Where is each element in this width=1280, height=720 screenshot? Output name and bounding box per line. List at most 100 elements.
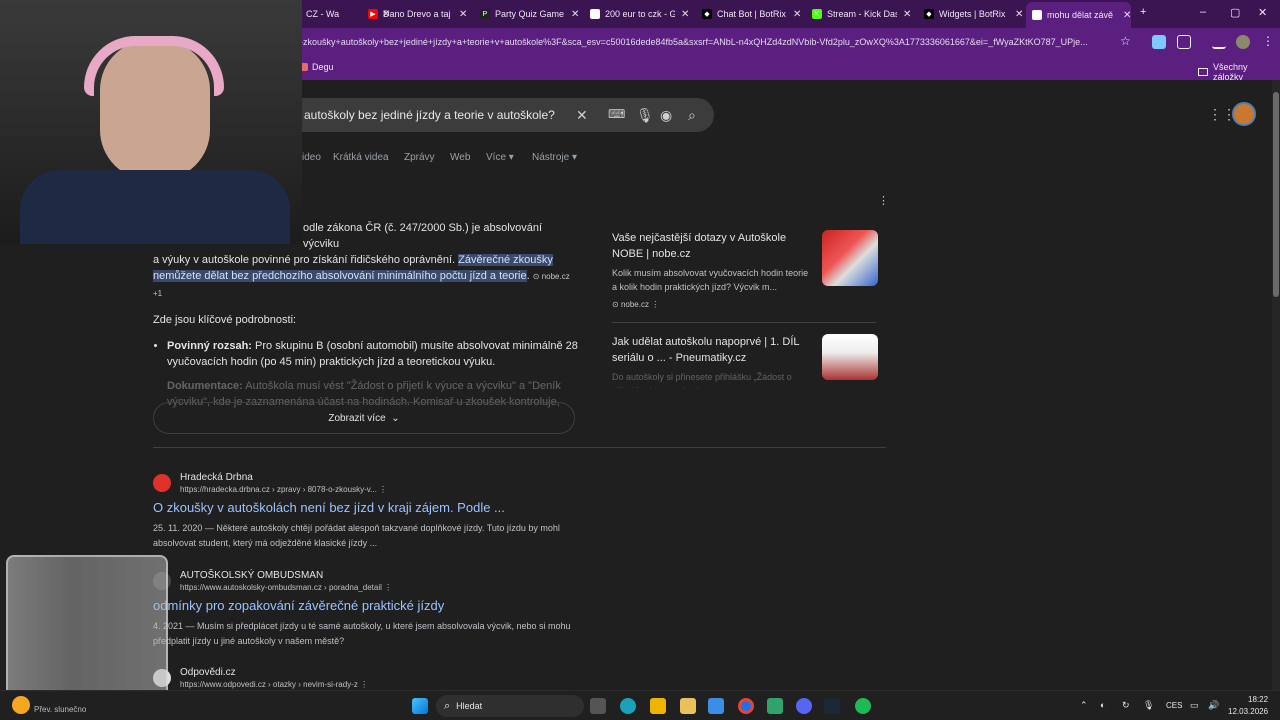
- tab-favicon-icon: K: [812, 9, 822, 19]
- file-explorer-icon[interactable]: [650, 698, 666, 714]
- tab-favicon-icon: ◆: [702, 9, 712, 19]
- overview-bullets: Povinný rozsah: Pro skupinu B (osobní au…: [153, 338, 578, 408]
- section-divider: [153, 447, 886, 448]
- taskbar-search[interactable]: ⌕ Hledat: [436, 695, 584, 717]
- card-divider: [612, 322, 876, 323]
- taskbar: Přev. slunečno ⌕ Hledat ⌃ ◐ ↻ 🎙 CES ▭ 🔊 …: [0, 690, 1280, 720]
- streamer-shirt: [20, 170, 290, 244]
- overview-body: a výuky v autoškole povinné pro získání …: [153, 254, 570, 298]
- pink-headphones: [84, 36, 224, 96]
- browser-tab[interactable]: ▶ Dano Drevo a taj ✕: [362, 4, 467, 24]
- tab-favicon-icon: ◆: [924, 9, 934, 19]
- source-card[interactable]: Vaše nejčastější dotazy v Autoškole NOBE…: [600, 230, 886, 309]
- tab-close-icon[interactable]: ✕: [681, 9, 689, 20]
- profile-avatar[interactable]: [1236, 35, 1250, 49]
- result-url[interactable]: https://www.odpovedi.cz › otazky › nevim…: [180, 680, 593, 689]
- browser-tab[interactable]: K Stream - Kick Das ✕: [806, 4, 911, 24]
- show-more-button[interactable]: Zobrazit více ⌄: [153, 402, 575, 434]
- tab-close-icon[interactable]: ✕: [459, 9, 467, 20]
- filter-short-videos[interactable]: Krátká videa: [333, 152, 389, 163]
- site-favicon-icon: [153, 474, 171, 492]
- network-icon[interactable]: ▭: [1190, 700, 1199, 711]
- windows-start-icon[interactable]: [412, 698, 428, 714]
- filter-more[interactable]: Více ▾: [486, 152, 514, 163]
- source-card[interactable]: Jak udělat autoškolu napoprvé | 1. DÍL s…: [600, 334, 886, 388]
- tab-close-icon[interactable]: ✕: [793, 9, 801, 20]
- account-avatar[interactable]: [1232, 102, 1256, 126]
- edge-icon[interactable]: [620, 698, 636, 714]
- menu-kebab-icon[interactable]: ⋮: [1262, 34, 1274, 48]
- browser-tab[interactable]: ◆ Chat Bot | BotRix ✕: [696, 4, 801, 24]
- steam-icon[interactable]: [824, 698, 840, 714]
- chevron-down-icon: ⌄: [391, 412, 400, 424]
- tab-favicon-icon: P: [480, 9, 490, 19]
- search-result: Hradecká Drbna https://hradecka.drbna.cz…: [153, 472, 593, 551]
- browser-tab[interactable]: ◆ Widgets | BotRix ✕: [918, 4, 1023, 24]
- task-view-icon[interactable]: [590, 698, 606, 714]
- tab-favicon-icon: ▶: [368, 9, 378, 19]
- scrollbar-thumb[interactable]: [1273, 92, 1279, 297]
- extension-icon[interactable]: [1152, 35, 1166, 49]
- filter-news[interactable]: Zprávy: [404, 152, 435, 163]
- maximize-button[interactable]: ▢: [1230, 6, 1240, 19]
- browser-tab[interactable]: Gmohu dělat závě ✕: [1026, 2, 1132, 28]
- clock[interactable]: 18:22 12.03.2026: [1228, 694, 1268, 718]
- spotify-icon[interactable]: [855, 698, 871, 714]
- tab-close-icon[interactable]: ✕: [903, 9, 911, 20]
- result-title-link[interactable]: O zkoušky v autoškolách není bez jízd v …: [153, 500, 593, 515]
- result-title-link[interactable]: odmínky pro zopakování závěrečné praktic…: [153, 598, 593, 613]
- result-site: Hradecká Drbna: [180, 472, 253, 483]
- scrollbar[interactable]: [1272, 80, 1280, 690]
- tray-chevron-icon[interactable]: ⌃: [1080, 700, 1088, 711]
- outlook-icon[interactable]: [708, 698, 724, 714]
- source-card-title[interactable]: Vaše nejčastější dotazy v Autoškole NOBE…: [612, 230, 812, 262]
- search-query[interactable]: autoškoly bez jediné jízdy a teorie v au…: [300, 108, 555, 122]
- media-controls-icon[interactable]: [1212, 35, 1226, 49]
- source-card-snippet: Do autoškoly si přinesete přihlášku „Žád…: [612, 372, 792, 388]
- tab-favicon-icon: G: [1032, 10, 1042, 20]
- result-url[interactable]: https://hradecka.drbna.cz › zpravy › 807…: [180, 485, 593, 494]
- tray-app-icon[interactable]: ◐: [1100, 700, 1105, 710]
- result-snippet: 4. 2021 — Musím si předplácet jízdy u té…: [153, 621, 571, 646]
- chrome-icon[interactable]: [738, 698, 754, 714]
- filter-tools[interactable]: Nástroje ▾: [532, 152, 577, 163]
- browser-tab[interactable]: G 200 eur to czk - G ✕: [584, 4, 689, 24]
- clear-search-icon[interactable]: ✕: [576, 107, 588, 124]
- search-result: Odpovědi.cz https://www.odpovedi.cz › ot…: [153, 667, 593, 690]
- volume-icon[interactable]: 🔊: [1208, 700, 1219, 711]
- language-indicator[interactable]: CES: [1166, 701, 1182, 710]
- microphone-icon[interactable]: 🎙: [1143, 700, 1154, 711]
- overview-subhead: Zde jsou klíčové podrobnosti:: [153, 314, 297, 326]
- all-bookmarks[interactable]: Všechny záložky: [1198, 62, 1280, 82]
- lens-icon[interactable]: ◉: [660, 107, 672, 124]
- filter-video[interactable]: ideo: [302, 152, 321, 163]
- tray-sync-icon[interactable]: ↻: [1122, 700, 1130, 711]
- result-url[interactable]: https://www.autoskolsky-ombudsman.cz › p…: [180, 583, 593, 592]
- source-card-title[interactable]: Jak udělat autoškolu napoprvé | 1. DÍL s…: [612, 334, 812, 366]
- browser-tab[interactable]: P Party Quiz Game ✕: [474, 4, 579, 24]
- close-window-button[interactable]: ✕: [1258, 6, 1267, 19]
- new-tab-button[interactable]: +: [1140, 6, 1146, 18]
- filter-web[interactable]: Web: [450, 152, 470, 163]
- minimize-button[interactable]: –: [1200, 6, 1206, 18]
- address-bar[interactable]: -zkoušky+autoškoly+bez+jediné+jízdy+a+te…: [300, 31, 1140, 53]
- search-icon[interactable]: ⌕: [688, 107, 696, 124]
- weather-label[interactable]: Přev. slunečno: [34, 705, 86, 714]
- discord-icon[interactable]: [796, 698, 812, 714]
- weather-icon[interactable]: [12, 696, 30, 714]
- glass-overlay: [6, 555, 168, 710]
- bookmark-star-icon[interactable]: ☆: [1120, 34, 1131, 48]
- app-icon[interactable]: [767, 698, 783, 714]
- keyboard-icon[interactable]: ⌨: [608, 107, 625, 121]
- tab-close-icon[interactable]: ✕: [1015, 9, 1023, 20]
- search-box[interactable]: autoškoly bez jediné jízdy a teorie v au…: [300, 98, 714, 132]
- result-site: AUTOŠKOLSKÝ OMBUDSMAN: [180, 570, 324, 581]
- microphone-icon[interactable]: 🎙: [636, 107, 654, 124]
- tab-close-icon[interactable]: ✕: [571, 9, 579, 20]
- overview-menu-icon[interactable]: ⋮: [878, 194, 889, 207]
- folder-icon[interactable]: [680, 698, 696, 714]
- bookmark-degu[interactable]: Degu: [300, 62, 334, 72]
- tab-title: Stream - Kick Das: [827, 9, 897, 19]
- tab-close-icon[interactable]: ✕: [1123, 10, 1131, 21]
- extensions-puzzle-icon[interactable]: [1177, 35, 1191, 49]
